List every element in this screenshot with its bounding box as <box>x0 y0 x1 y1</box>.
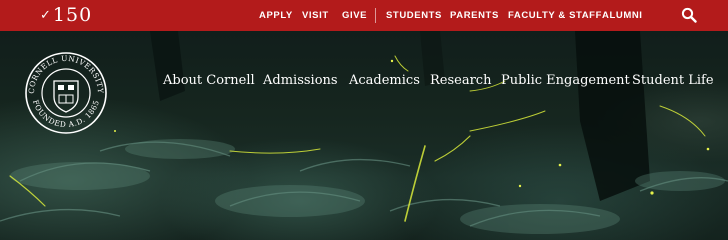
nav-research[interactable]: Research <box>430 72 491 89</box>
nav-admissions[interactable]: Admissions <box>263 72 338 89</box>
top-nav-give[interactable]: GIVE <box>342 10 367 21</box>
top-nav-visit[interactable]: VISIT <box>302 10 329 21</box>
top-nav-apply[interactable]: APPLY <box>259 10 293 21</box>
logo-swash-icon: ✓ <box>40 8 52 23</box>
cornell-seal[interactable]: CORNELL UNIVERSITY FOUNDED A.D. 1865 <box>24 51 108 135</box>
nav-about-cornell[interactable]: About Cornell <box>163 72 255 89</box>
nav-public-engagement[interactable]: Public Engagement <box>501 72 630 89</box>
cornell-150-logo[interactable]: ✓150 <box>40 3 92 27</box>
top-nav-divider <box>375 8 376 23</box>
svg-text:CORNELL UNIVERSITY: CORNELL UNIVERSITY <box>27 54 105 94</box>
hero-forest-image: CORNELL UNIVERSITY FOUNDED A.D. 1865 Abo… <box>0 31 728 240</box>
top-nav-students[interactable]: STUDENTS <box>386 10 442 21</box>
nav-academics[interactable]: Academics <box>349 72 420 89</box>
nav-student-life[interactable]: Student Life <box>632 72 714 89</box>
top-nav-parents[interactable]: PARENTS <box>450 10 499 21</box>
search-icon[interactable] <box>681 7 697 23</box>
logo-150-text: 150 <box>52 4 93 26</box>
top-nav-alumni[interactable]: ALUMNI <box>602 10 643 21</box>
top-bar: ✓150 APPLY VISIT GIVE STUDENTS PARENTS F… <box>0 0 728 31</box>
forest-fireflies-illustration <box>0 31 728 234</box>
top-nav-faculty-staff[interactable]: FACULTY & STAFF <box>508 10 602 21</box>
